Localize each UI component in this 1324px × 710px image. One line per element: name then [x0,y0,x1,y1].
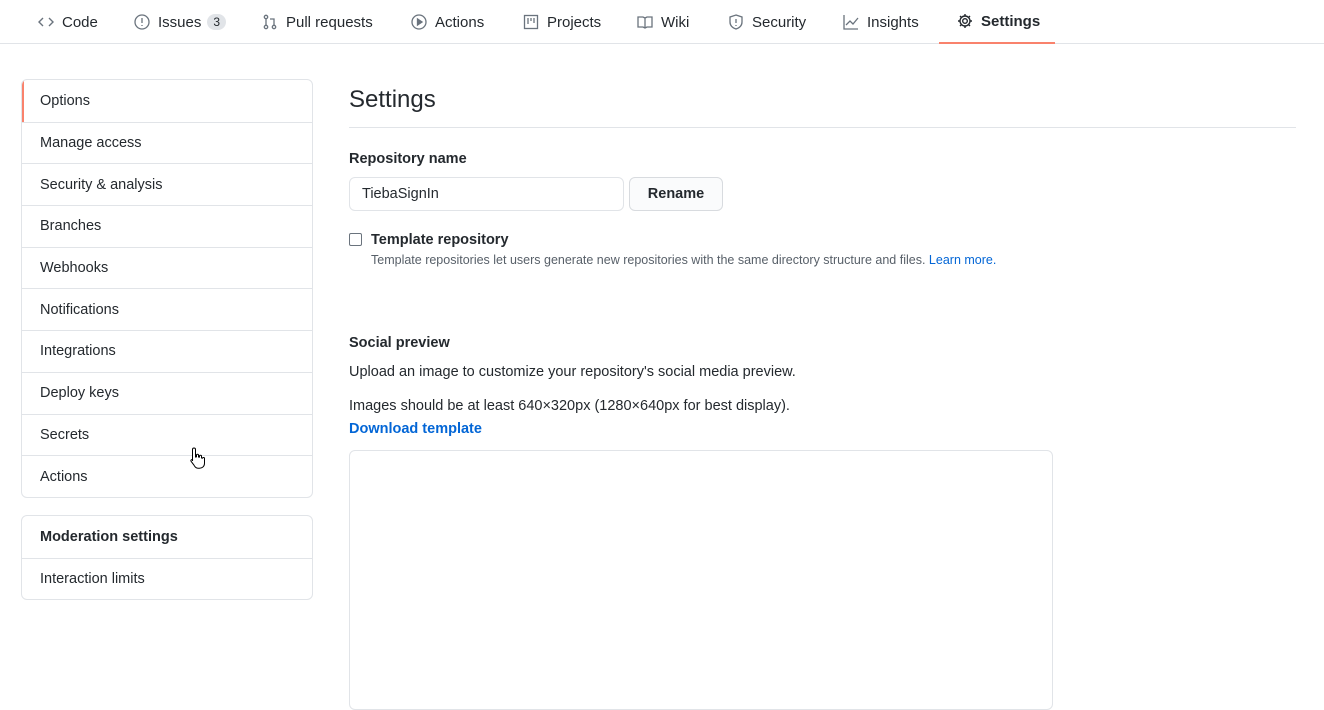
sidebar-item-secrets[interactable]: Secrets [22,413,312,456]
social-preview-size: Images should be at least 640×320px (128… [349,398,790,414]
tab-label: Actions [435,13,485,31]
tab-code[interactable]: Code [38,0,98,44]
tab-pull-requests[interactable]: Pull requests [262,0,373,44]
tab-insights[interactable]: Insights [843,0,919,44]
tab-settings[interactable]: Settings [939,0,1055,44]
template-desc-text: Template repositories let users generate… [371,253,926,267]
tab-security[interactable]: Security [728,0,806,44]
tab-label: Code [62,13,98,31]
sidebar-item-branches[interactable]: Branches [22,205,312,247]
repo-name-label: Repository name [349,151,467,167]
code-icon [38,14,54,30]
issues-count-badge: 3 [207,14,227,30]
shield-icon [728,14,744,30]
tab-wiki[interactable]: Wiki [637,0,689,44]
tab-issues[interactable]: Issues 3 [134,0,227,44]
social-preview-image[interactable] [349,450,1053,710]
sidebar-item-integrations[interactable]: Integrations [22,330,312,372]
tab-projects[interactable]: Projects [523,0,601,44]
pull-request-icon [262,14,278,30]
moderation-header: Moderation settings [40,528,178,545]
learn-more-link[interactable]: Learn more. [929,253,996,267]
sidebar-item-actions[interactable]: Actions [22,455,312,497]
sidebar-item-webhooks[interactable]: Webhooks [22,246,312,289]
tab-label: Pull requests [286,13,373,31]
template-repository-checkbox[interactable] [349,233,362,246]
template-description: Template repositories let users generate… [371,253,996,267]
sidebar-item-deploy-keys[interactable]: Deploy keys [22,371,312,414]
tab-label: Wiki [661,13,690,31]
issue-icon [134,14,150,30]
tab-actions[interactable]: Actions [411,0,484,44]
download-template-link[interactable]: Download template [349,421,482,437]
tab-label: Insights [867,13,919,31]
sidebar-item-options[interactable]: Options [22,80,312,122]
social-preview-title: Social preview [349,335,450,351]
book-icon [637,14,653,30]
template-repository-label: Template repository [371,232,509,248]
repo-nav: Code Issues 3 Pull requests Actions Proje… [0,0,1324,44]
sidebar-item-security-analysis[interactable]: Security & analysis [22,163,312,205]
tab-label: Projects [547,13,602,31]
tab-label: Settings [981,12,1041,30]
sidebar-item-manage-access[interactable]: Manage access [22,121,312,164]
gear-icon [957,13,973,29]
page-title: Settings [349,86,436,113]
graph-icon [843,14,859,30]
social-preview-desc: Upload an image to customize your reposi… [349,364,796,380]
repo-name-input[interactable] [349,177,624,211]
divider [349,127,1296,128]
play-icon [411,14,427,30]
tab-label: Security [752,13,807,31]
rename-button[interactable]: Rename [629,177,723,211]
sidebar-item-interaction-limits[interactable]: Interaction limits [22,557,312,600]
settings-sidebar: Options Manage access Security & analysi… [21,79,313,498]
project-icon [523,14,539,30]
moderation-sidebar: Moderation settings Interaction limits [21,515,313,601]
tab-label: Issues [158,13,202,31]
hand-cursor-icon [189,446,207,473]
sidebar-item-notifications[interactable]: Notifications [22,288,312,330]
